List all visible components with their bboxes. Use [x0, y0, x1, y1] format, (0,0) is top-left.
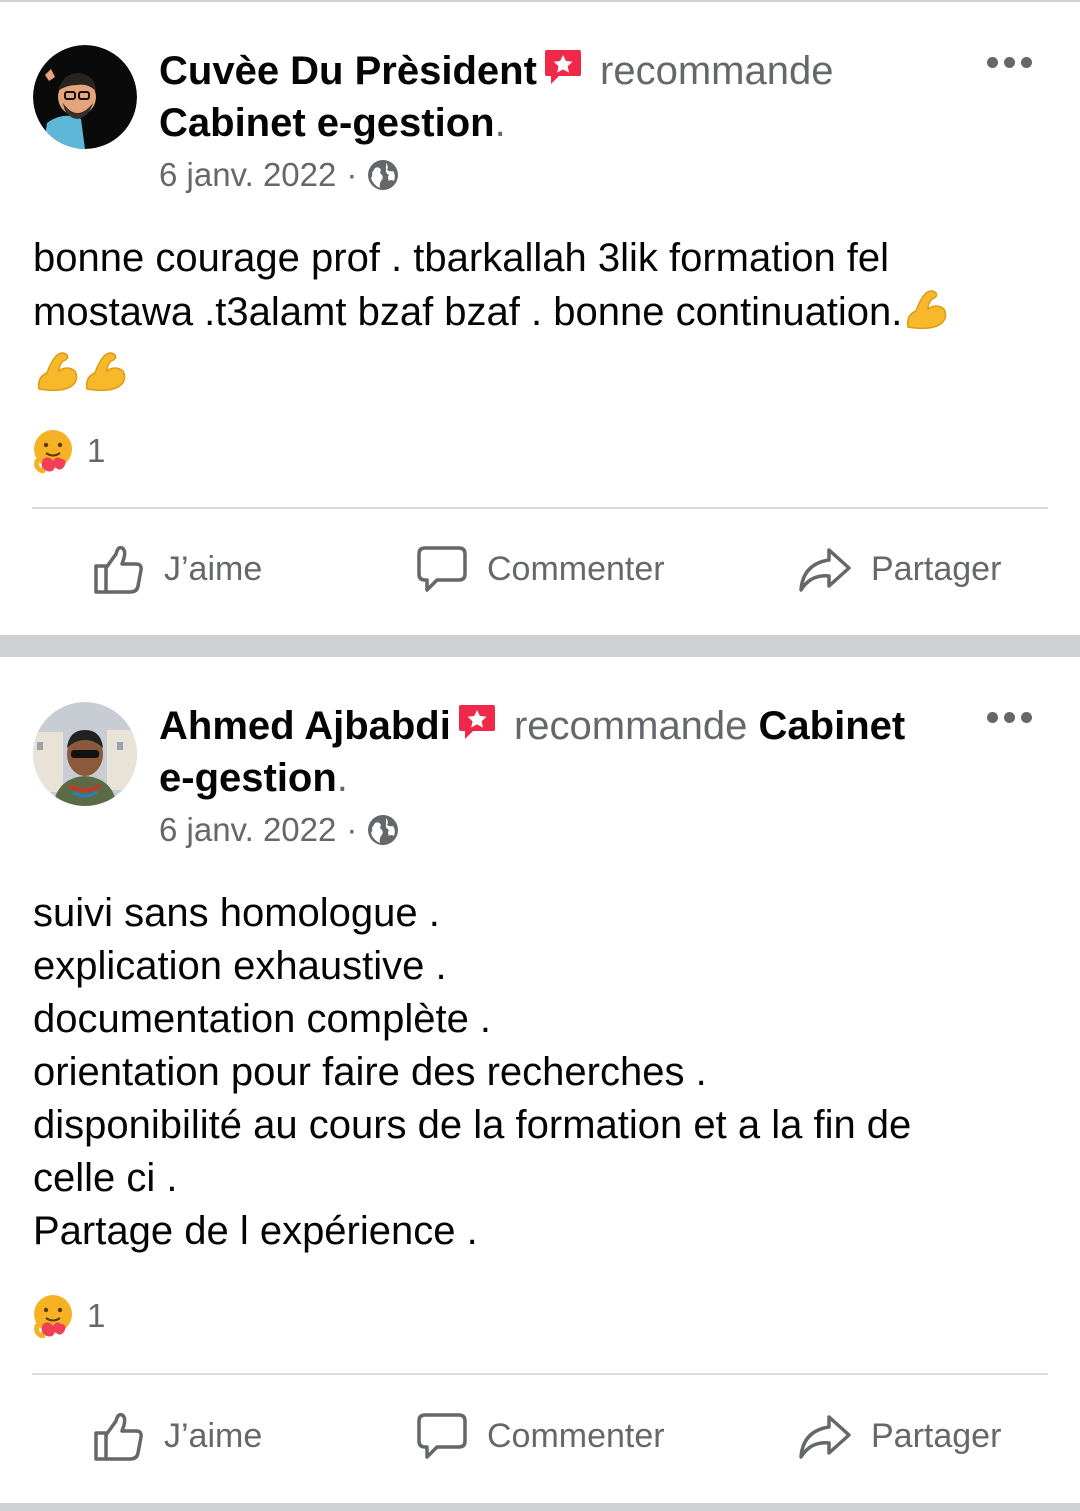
divider — [32, 1373, 1048, 1375]
share-label: Partager — [871, 549, 1002, 588]
share-label: Partager — [871, 1416, 1002, 1455]
post-body-line: disponibilité au cours de la formation e… — [33, 1103, 912, 1147]
globe-icon — [368, 815, 399, 845]
recommend-badge-icon — [457, 703, 497, 753]
post-body-line: bonne courage prof . tbarkallah 3lik for… — [33, 236, 890, 280]
thumbs-up-icon — [94, 1412, 143, 1461]
recommend-badge-icon — [543, 48, 583, 98]
care-reaction-icon — [34, 430, 72, 473]
comment-bubble-icon — [417, 1413, 467, 1459]
recommends-text: recommande — [513, 704, 748, 748]
post-meta: 6 janv. 2022 · — [159, 810, 399, 850]
reactions-summary[interactable]: 1 — [31, 429, 105, 473]
divider — [32, 507, 1048, 509]
recommendation-post: Ahmed Ajbabdi recommande Cabinet e-gesti… — [0, 657, 1080, 1503]
post-body-line: mostawa .t3alamt bzaf bzaf . bonne conti… — [33, 285, 1033, 347]
post-body-line: explication exhaustive . — [33, 944, 447, 988]
share-arrow-icon — [799, 548, 851, 592]
comment-button[interactable]: Commenter — [415, 1401, 665, 1471]
post-date[interactable]: 6 janv. 2022 — [159, 155, 336, 195]
post-actions: J’aime Commenter Partager — [0, 534, 1080, 604]
author-name[interactable]: Ahmed Ajbabdi — [159, 704, 451, 748]
reaction-count: 1 — [87, 1297, 106, 1334]
post-body-line: documentation complète . — [33, 997, 492, 1041]
more-options-icon[interactable] — [987, 57, 1032, 68]
recommendation-post: Cuvèe Du Prèsident recommande Cabinet e-… — [0, 2, 1080, 635]
post-separator — [0, 635, 1080, 657]
post-body-line: orientation pour faire des recherches . — [33, 1050, 707, 1094]
page-name[interactable]: Cabinet e-gestion — [159, 101, 495, 145]
post-body-line: Partage de l expérience . — [33, 1209, 478, 1253]
author-avatar[interactable] — [33, 702, 137, 806]
author-avatar[interactable] — [33, 45, 137, 149]
reaction-count: 1 — [87, 432, 106, 469]
post-body-line: suivi sans homologue . — [33, 891, 440, 935]
comment-button[interactable]: Commenter — [415, 534, 665, 604]
post-header: Ahmed Ajbabdi recommande Cabinet e-gesti… — [159, 703, 906, 800]
post-date[interactable]: 6 janv. 2022 — [159, 810, 336, 850]
flexed-biceps-emoji-icon — [902, 285, 950, 347]
more-options-icon[interactable] — [987, 712, 1032, 723]
like-label: J’aime — [164, 1416, 263, 1455]
reactions-summary[interactable]: 1 — [31, 1294, 105, 1338]
post-header: Cuvèe Du Prèsident recommande Cabinet e-… — [159, 48, 834, 145]
comment-bubble-icon — [417, 546, 467, 592]
post-body: bonne courage prof . tbarkallah 3lik for… — [33, 232, 1033, 409]
author-name[interactable]: Cuvèe Du Prèsident — [159, 49, 537, 93]
share-button[interactable]: Partager — [797, 534, 1001, 604]
like-label: J’aime — [164, 549, 263, 588]
comment-label: Commenter — [487, 549, 665, 588]
recommends-text: recommande — [600, 49, 834, 93]
page-name[interactable]: Cabinet — [759, 704, 906, 748]
flexed-biceps-emoji-icon — [81, 347, 129, 409]
comment-label: Commenter — [487, 1416, 665, 1455]
share-arrow-icon — [799, 1415, 851, 1459]
flexed-biceps-emoji-icon — [33, 347, 81, 409]
page-name[interactable]: e-gestion — [159, 756, 337, 800]
post-meta: 6 janv. 2022 · — [159, 155, 399, 195]
care-reaction-icon — [34, 1295, 72, 1338]
like-button[interactable]: J’aime — [92, 534, 262, 604]
share-button[interactable]: Partager — [797, 1401, 1001, 1471]
post-actions: J’aime Commenter Partager — [0, 1401, 1080, 1471]
emoji-line — [33, 347, 1033, 409]
post-body: suivi sans homologue . explication exhau… — [33, 887, 1033, 1258]
like-button[interactable]: J’aime — [92, 1401, 262, 1471]
globe-icon — [368, 160, 399, 190]
thumbs-up-icon — [94, 545, 143, 594]
post-separator — [0, 1503, 1080, 1511]
post-body-line: celle ci . — [33, 1156, 178, 1200]
